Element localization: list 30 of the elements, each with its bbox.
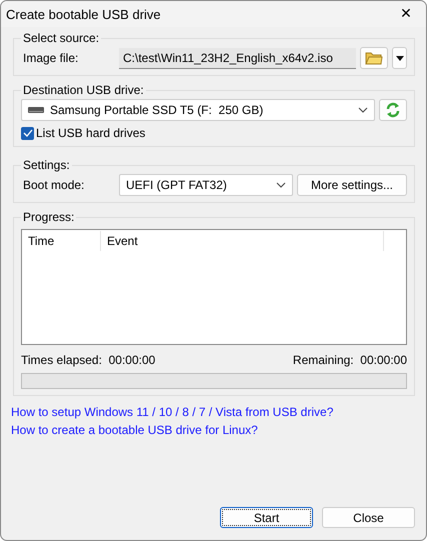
caret-icon xyxy=(396,56,404,60)
field-label: Image file: xyxy=(22,51,80,65)
column-header[interactable]: Event xyxy=(101,231,384,251)
drive-icon xyxy=(28,107,44,113)
checkbox-label: List USB hard drives xyxy=(36,126,146,140)
chevron-icon xyxy=(276,182,286,188)
chevron-icon xyxy=(358,107,368,113)
refresh-button[interactable] xyxy=(379,99,407,121)
column-header[interactable]: Time xyxy=(22,231,101,251)
window-title: Create bootable USB drive xyxy=(6,6,161,22)
checkbox[interactable] xyxy=(21,126,34,140)
dropdown-button[interactable] xyxy=(392,47,407,69)
field-label: Boot mode: xyxy=(22,178,86,192)
drive-dropdown[interactable]: Samsung Portable SSD T5 (F: 250 GB) xyxy=(21,99,375,121)
group-label: Select source: xyxy=(22,31,100,45)
close-button[interactable]: ✕ xyxy=(386,1,426,27)
group-label: Progress: xyxy=(22,210,76,224)
boot-mode-dropdown[interactable]: UEFI (GPT FAT32) xyxy=(119,174,293,196)
folder-icon xyxy=(365,51,383,65)
help-link[interactable]: How to setup Windows 11 / 10 / 8 / 7 / Vista from USB drive? xyxy=(11,405,334,419)
elapsed-time: Times elapsed: 00:00:00 xyxy=(21,353,156,367)
group-label: Settings: xyxy=(22,158,71,172)
image-file-field[interactable]: C:\test\Win11_23H2_English_x64v2.iso xyxy=(119,48,356,68)
group-label: Destination USB drive: xyxy=(22,83,145,97)
help-link[interactable]: How to create a bootable USB drive for Linux? xyxy=(11,423,258,437)
remaining-time: Remaining: 00:00:00 xyxy=(292,353,407,367)
close-dialog-button[interactable]: Close xyxy=(322,507,415,528)
refresh-icon xyxy=(385,102,401,118)
start-button[interactable]: Start xyxy=(220,507,313,528)
more-settings-button[interactable]: More settings... xyxy=(297,174,407,196)
